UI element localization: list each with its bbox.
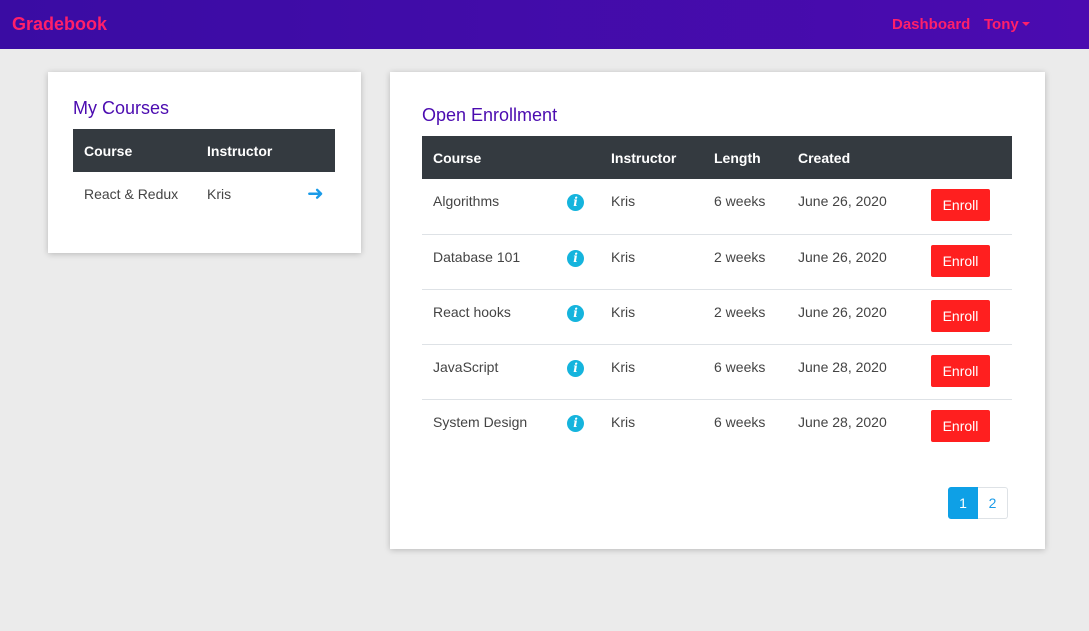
arrow-right-icon[interactable]: ➜ xyxy=(307,184,324,204)
instructor-name: Kris xyxy=(611,193,636,209)
course-length: 2 weeks xyxy=(703,288,787,344)
my-courses-title: My Courses xyxy=(73,98,170,118)
info-icon[interactable]: i xyxy=(567,359,584,377)
course-length: 2 weeks xyxy=(703,233,787,289)
brand-logo[interactable]: Gradebook xyxy=(12,14,107,35)
created-date: June 28, 2020 xyxy=(787,398,920,454)
course-length: 6 weeks xyxy=(714,193,766,209)
page-2-button[interactable]: 2 xyxy=(978,487,1008,519)
info-cell: i xyxy=(556,288,600,344)
course-name: System Design xyxy=(422,398,556,454)
column-header-instructor: Instructor xyxy=(600,136,703,179)
action-cell: Enroll xyxy=(920,288,1012,344)
created-date: June 26, 2020 xyxy=(798,193,887,209)
created-date: June 26, 2020 xyxy=(787,288,920,344)
course-name: JavaScript xyxy=(422,343,556,399)
info-cell: i xyxy=(556,398,600,454)
course-name: React & Redux xyxy=(84,185,179,202)
info-cell: i xyxy=(556,179,600,234)
column-header-action xyxy=(920,136,1012,179)
column-header-instructor: Instructor xyxy=(196,129,296,172)
user-name: Tony xyxy=(984,16,1019,33)
created-date: June 28, 2020 xyxy=(787,343,920,399)
table-row: React hooks i Kris 2 weeks June 26, 2020… xyxy=(422,288,1012,344)
top-navbar: Gradebook Dashboard Tony xyxy=(0,0,1089,49)
my-courses-table: Course Instructor React & Redux Kris ➜ xyxy=(73,129,335,215)
instructor-name: Kris xyxy=(600,233,703,289)
info-icon[interactable]: i xyxy=(567,414,584,432)
course-name: React hooks xyxy=(422,288,556,344)
column-header-created: Created xyxy=(787,136,920,179)
instructor-name: Kris xyxy=(207,185,232,202)
open-enrollment-table: Course Instructor Length Created Algorit… xyxy=(422,136,1012,454)
column-header-info xyxy=(556,136,600,179)
table-row: System Design i Kris 6 weeks June 28, 20… xyxy=(422,398,1012,454)
info-cell: i xyxy=(556,233,600,289)
my-courses-card: My Courses Course Instructor React & Red… xyxy=(48,72,361,253)
table-header-row: Course Instructor xyxy=(73,129,335,172)
instructor-name: Kris xyxy=(600,343,703,399)
instructor-name: Kris xyxy=(600,288,703,344)
pagination: 1 2 xyxy=(948,487,1008,519)
info-icon[interactable]: i xyxy=(567,194,584,211)
info-icon[interactable]: i xyxy=(567,249,584,267)
enroll-button[interactable]: Enroll xyxy=(931,354,990,387)
created-date: June 26, 2020 xyxy=(787,233,920,289)
info-icon[interactable]: i xyxy=(567,304,584,322)
action-cell: Enroll xyxy=(920,343,1012,399)
open-course-cell: ➜ xyxy=(296,172,335,215)
table-row: React & Redux Kris ➜ xyxy=(73,172,335,215)
nav-dashboard-link[interactable]: Dashboard xyxy=(892,16,970,33)
action-cell: Enroll xyxy=(920,398,1012,454)
open-enrollment-card: Open Enrollment Course Instructor Length… xyxy=(390,72,1045,549)
page-1-button[interactable]: 1 xyxy=(948,487,978,519)
table-row: Algorithms i Kris 6 weeks June 26, 2020 … xyxy=(422,179,1012,234)
course-name: Database 101 xyxy=(422,233,556,289)
course-length: 6 weeks xyxy=(703,398,787,454)
enroll-button[interactable]: Enroll xyxy=(931,189,990,221)
table-header-row: Course Instructor Length Created xyxy=(422,136,1012,179)
info-cell: i xyxy=(556,343,600,399)
enroll-button[interactable]: Enroll xyxy=(931,409,990,442)
course-length: 6 weeks xyxy=(703,343,787,399)
enroll-button[interactable]: Enroll xyxy=(931,299,990,332)
action-cell: Enroll xyxy=(920,179,1012,234)
enroll-button[interactable]: Enroll xyxy=(931,244,990,277)
user-menu-dropdown[interactable]: Tony xyxy=(984,16,1030,33)
open-enrollment-title: Open Enrollment xyxy=(422,105,558,125)
table-row: Database 101 i Kris 2 weeks June 26, 202… xyxy=(422,233,1012,289)
action-cell: Enroll xyxy=(920,233,1012,289)
column-header-length: Length xyxy=(703,136,787,179)
table-row: JavaScript i Kris 6 weeks June 28, 2020 … xyxy=(422,343,1012,399)
column-header-course: Course xyxy=(422,136,556,179)
course-name: Algorithms xyxy=(433,193,500,209)
column-header-course: Course xyxy=(73,129,196,172)
column-header-action xyxy=(296,129,335,172)
instructor-name: Kris xyxy=(600,398,703,454)
caret-down-icon xyxy=(1021,22,1030,26)
